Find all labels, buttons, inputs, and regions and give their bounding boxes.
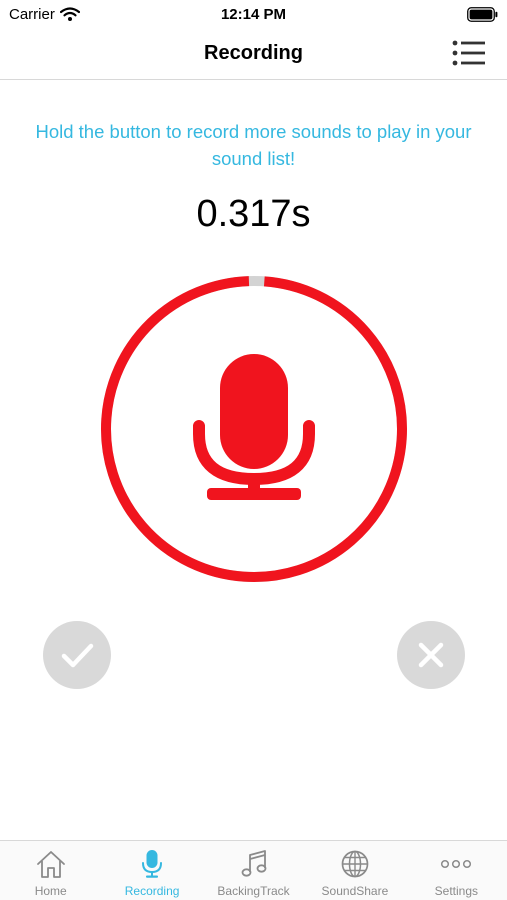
tab-backingtrack[interactable]: BackingTrack [203, 841, 304, 900]
close-icon [418, 642, 444, 668]
page-title: Recording [204, 42, 303, 64]
more-dots-icon [441, 859, 472, 869]
instruction-text: Hold the button to record more sounds to… [35, 121, 472, 169]
status-time: 12:14 PM [220, 6, 287, 23]
tab-label: Recording [124, 884, 180, 898]
home-icon [36, 851, 65, 878]
globe-icon [341, 850, 369, 878]
tab-label: Home [34, 884, 67, 898]
checkmark-icon [61, 643, 94, 668]
tab-home[interactable]: Home [0, 841, 101, 900]
tab-recording[interactable]: Recording [101, 841, 202, 900]
navigation-bar: Recording [0, 30, 507, 80]
microphone-icon [193, 354, 315, 500]
confirm-button[interactable] [43, 621, 111, 689]
tab-label: BackingTrack [217, 884, 290, 898]
tab-settings[interactable]: Settings [406, 841, 507, 900]
battery-icon [467, 7, 498, 22]
tab-label: Settings [434, 884, 478, 898]
microphone-icon [142, 850, 163, 878]
record-button[interactable] [99, 274, 409, 584]
tab-bar: Home Recording BackingTrack SoundShare S… [0, 840, 507, 900]
cancel-button[interactable] [397, 621, 465, 689]
recording-timer: 0.317s [196, 193, 311, 235]
tab-label: SoundShare [321, 884, 389, 898]
list-menu-icon[interactable] [451, 38, 487, 68]
tab-soundshare[interactable]: SoundShare [304, 841, 405, 900]
music-note-icon [241, 850, 266, 877]
status-bar: Carrier 12:14 PM [0, 0, 507, 30]
